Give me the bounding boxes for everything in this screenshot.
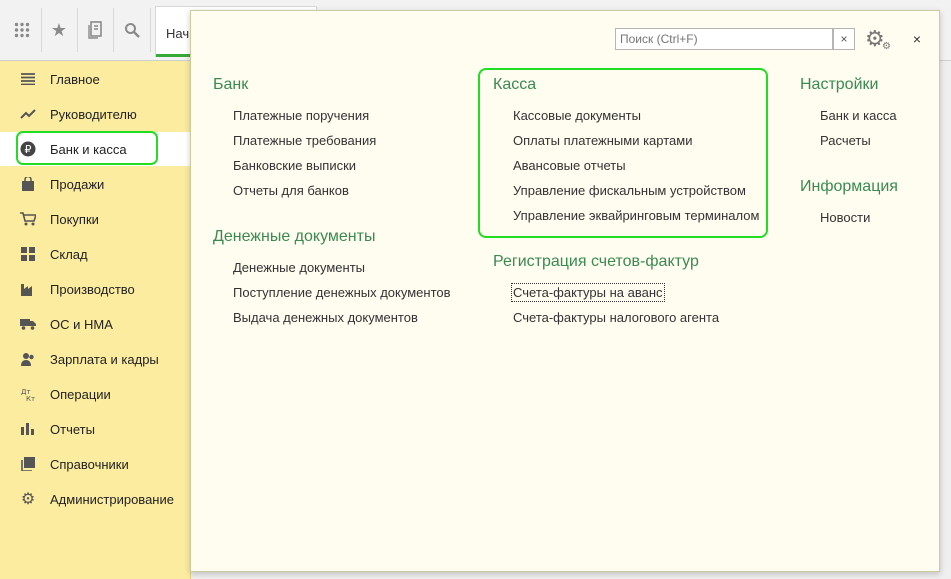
- link-fiscal-device[interactable]: Управление фискальным устройством: [513, 183, 746, 198]
- people-icon: [20, 351, 36, 367]
- sidebar-item-manager[interactable]: Руководителю: [0, 97, 190, 131]
- link-bank-statements[interactable]: Банковские выписки: [233, 158, 356, 173]
- sidebar-item-production[interactable]: Производство: [0, 272, 190, 306]
- link-payment-requests[interactable]: Платежные требования: [233, 133, 376, 148]
- active-section-highlight: [16, 131, 158, 165]
- sidebar-item-sales[interactable]: Продажи: [0, 167, 190, 201]
- trend-icon: [20, 106, 36, 122]
- link-cash-documents[interactable]: Кассовые документы: [513, 108, 641, 123]
- svg-text:⚙: ⚙: [882, 41, 891, 51]
- sidebar-item-label: ОС и НМА: [50, 316, 113, 332]
- sidebar-item-main[interactable]: Главное: [0, 62, 190, 96]
- section-title-money-docs: Денежные документы: [213, 228, 376, 245]
- section-title-bank: Банк: [213, 76, 249, 93]
- sidebar-item-reports[interactable]: Отчеты: [0, 412, 190, 446]
- link-settings-settlements[interactable]: Расчеты: [820, 133, 871, 148]
- cart-icon: [20, 211, 36, 227]
- section-title-invoices: Регистрация счетов-фактур: [493, 253, 699, 270]
- truck-icon: [20, 316, 36, 332]
- sidebar-item-label: Производство: [50, 281, 135, 297]
- sidebar-item-salary[interactable]: Зарплата и кадры: [0, 342, 190, 376]
- section-panel: × ⚙⚙ × Банк Платежные поручения Платежны…: [190, 10, 940, 572]
- bag-icon: [20, 176, 36, 192]
- search-icon[interactable]: [120, 18, 144, 42]
- book-icon: [20, 456, 36, 472]
- settings-gear-icon[interactable]: ⚙ ⚙: [865, 26, 893, 52]
- svg-text:Кт: Кт: [26, 395, 35, 401]
- link-payment-orders[interactable]: Платежные поручения: [233, 108, 369, 123]
- link-news[interactable]: Новости: [820, 210, 870, 225]
- factory-icon: [20, 281, 36, 297]
- gear-icon: ⚙: [20, 491, 36, 508]
- link-card-payments[interactable]: Оплаты платежными картами: [513, 133, 692, 148]
- search-clear-button[interactable]: ×: [833, 28, 855, 50]
- link-money-docs[interactable]: Денежные документы: [233, 260, 365, 275]
- warehouse-icon: [20, 246, 36, 262]
- bar-chart-icon: [20, 421, 36, 437]
- sidebar-item-purchases[interactable]: Покупки: [0, 202, 190, 236]
- search-input[interactable]: [615, 28, 833, 50]
- section-title-settings: Настройки: [800, 76, 879, 93]
- link-bank-reports[interactable]: Отчеты для банков: [233, 183, 349, 198]
- link-acquiring-terminal[interactable]: Управление эквайринговым терминалом: [513, 208, 759, 223]
- sidebar-item-administration[interactable]: ⚙ Администрирование: [0, 482, 190, 516]
- section-title-kassa: Касса: [493, 76, 537, 93]
- menu-lines-icon: [20, 71, 36, 87]
- link-money-docs-issue[interactable]: Выдача денежных документов: [233, 310, 418, 325]
- tab-start-page-label: Нач: [166, 26, 190, 41]
- link-tax-agent-invoices[interactable]: Счета-фактуры налогового агента: [513, 310, 719, 325]
- sidebar-item-fixed-assets[interactable]: ОС и НМА: [0, 307, 190, 341]
- dt-kt-icon: Дт Кт: [20, 386, 36, 402]
- link-advance-reports[interactable]: Авансовые отчеты: [513, 158, 626, 173]
- sidebar-item-label: Администрирование: [50, 491, 174, 507]
- sidebar-item-label: Справочники: [50, 456, 129, 472]
- close-button[interactable]: ×: [907, 29, 927, 49]
- history-icon[interactable]: [84, 18, 108, 42]
- apps-grid-icon[interactable]: [10, 18, 34, 42]
- sidebar-item-label: Отчеты: [50, 421, 95, 437]
- link-settings-bank-cash[interactable]: Банк и касса: [820, 108, 897, 123]
- sidebar-item-label: Продажи: [50, 176, 105, 192]
- link-money-docs-receipt[interactable]: Поступление денежных документов: [233, 285, 451, 300]
- sidebar-item-label: Операции: [50, 386, 111, 402]
- sidebar-item-warehouse[interactable]: Склад: [0, 237, 190, 271]
- sidebar-item-label: Руководителю: [50, 106, 137, 122]
- sidebar-item-label: Покупки: [50, 211, 99, 227]
- star-icon[interactable]: ★: [47, 18, 71, 42]
- sidebar-item-operations[interactable]: Дт Кт Операции: [0, 377, 190, 411]
- link-advance-invoices[interactable]: Счета-фактуры на аванс: [511, 283, 665, 302]
- sidebar-item-label: Зарплата и кадры: [50, 351, 159, 367]
- sidebar-item-label: Главное: [50, 71, 100, 87]
- sidebar-item-directories[interactable]: Справочники: [0, 447, 190, 481]
- section-title-info: Информация: [800, 178, 898, 195]
- sidebar-item-label: Склад: [50, 246, 88, 262]
